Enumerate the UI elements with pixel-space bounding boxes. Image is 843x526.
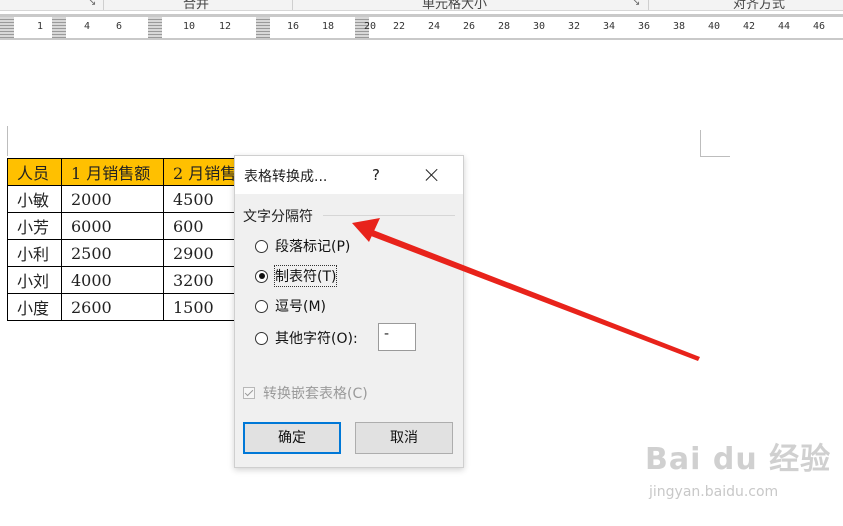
red-arrow-head [352,218,380,242]
watermark-url: jingyan.baidu.com [649,484,779,500]
watermark: Bai du 经验 jingyan.baidu.com [645,434,835,514]
baidu-jingyan-logo: Bai du 经验 [645,442,832,477]
red-arrow-shaft [371,230,700,361]
